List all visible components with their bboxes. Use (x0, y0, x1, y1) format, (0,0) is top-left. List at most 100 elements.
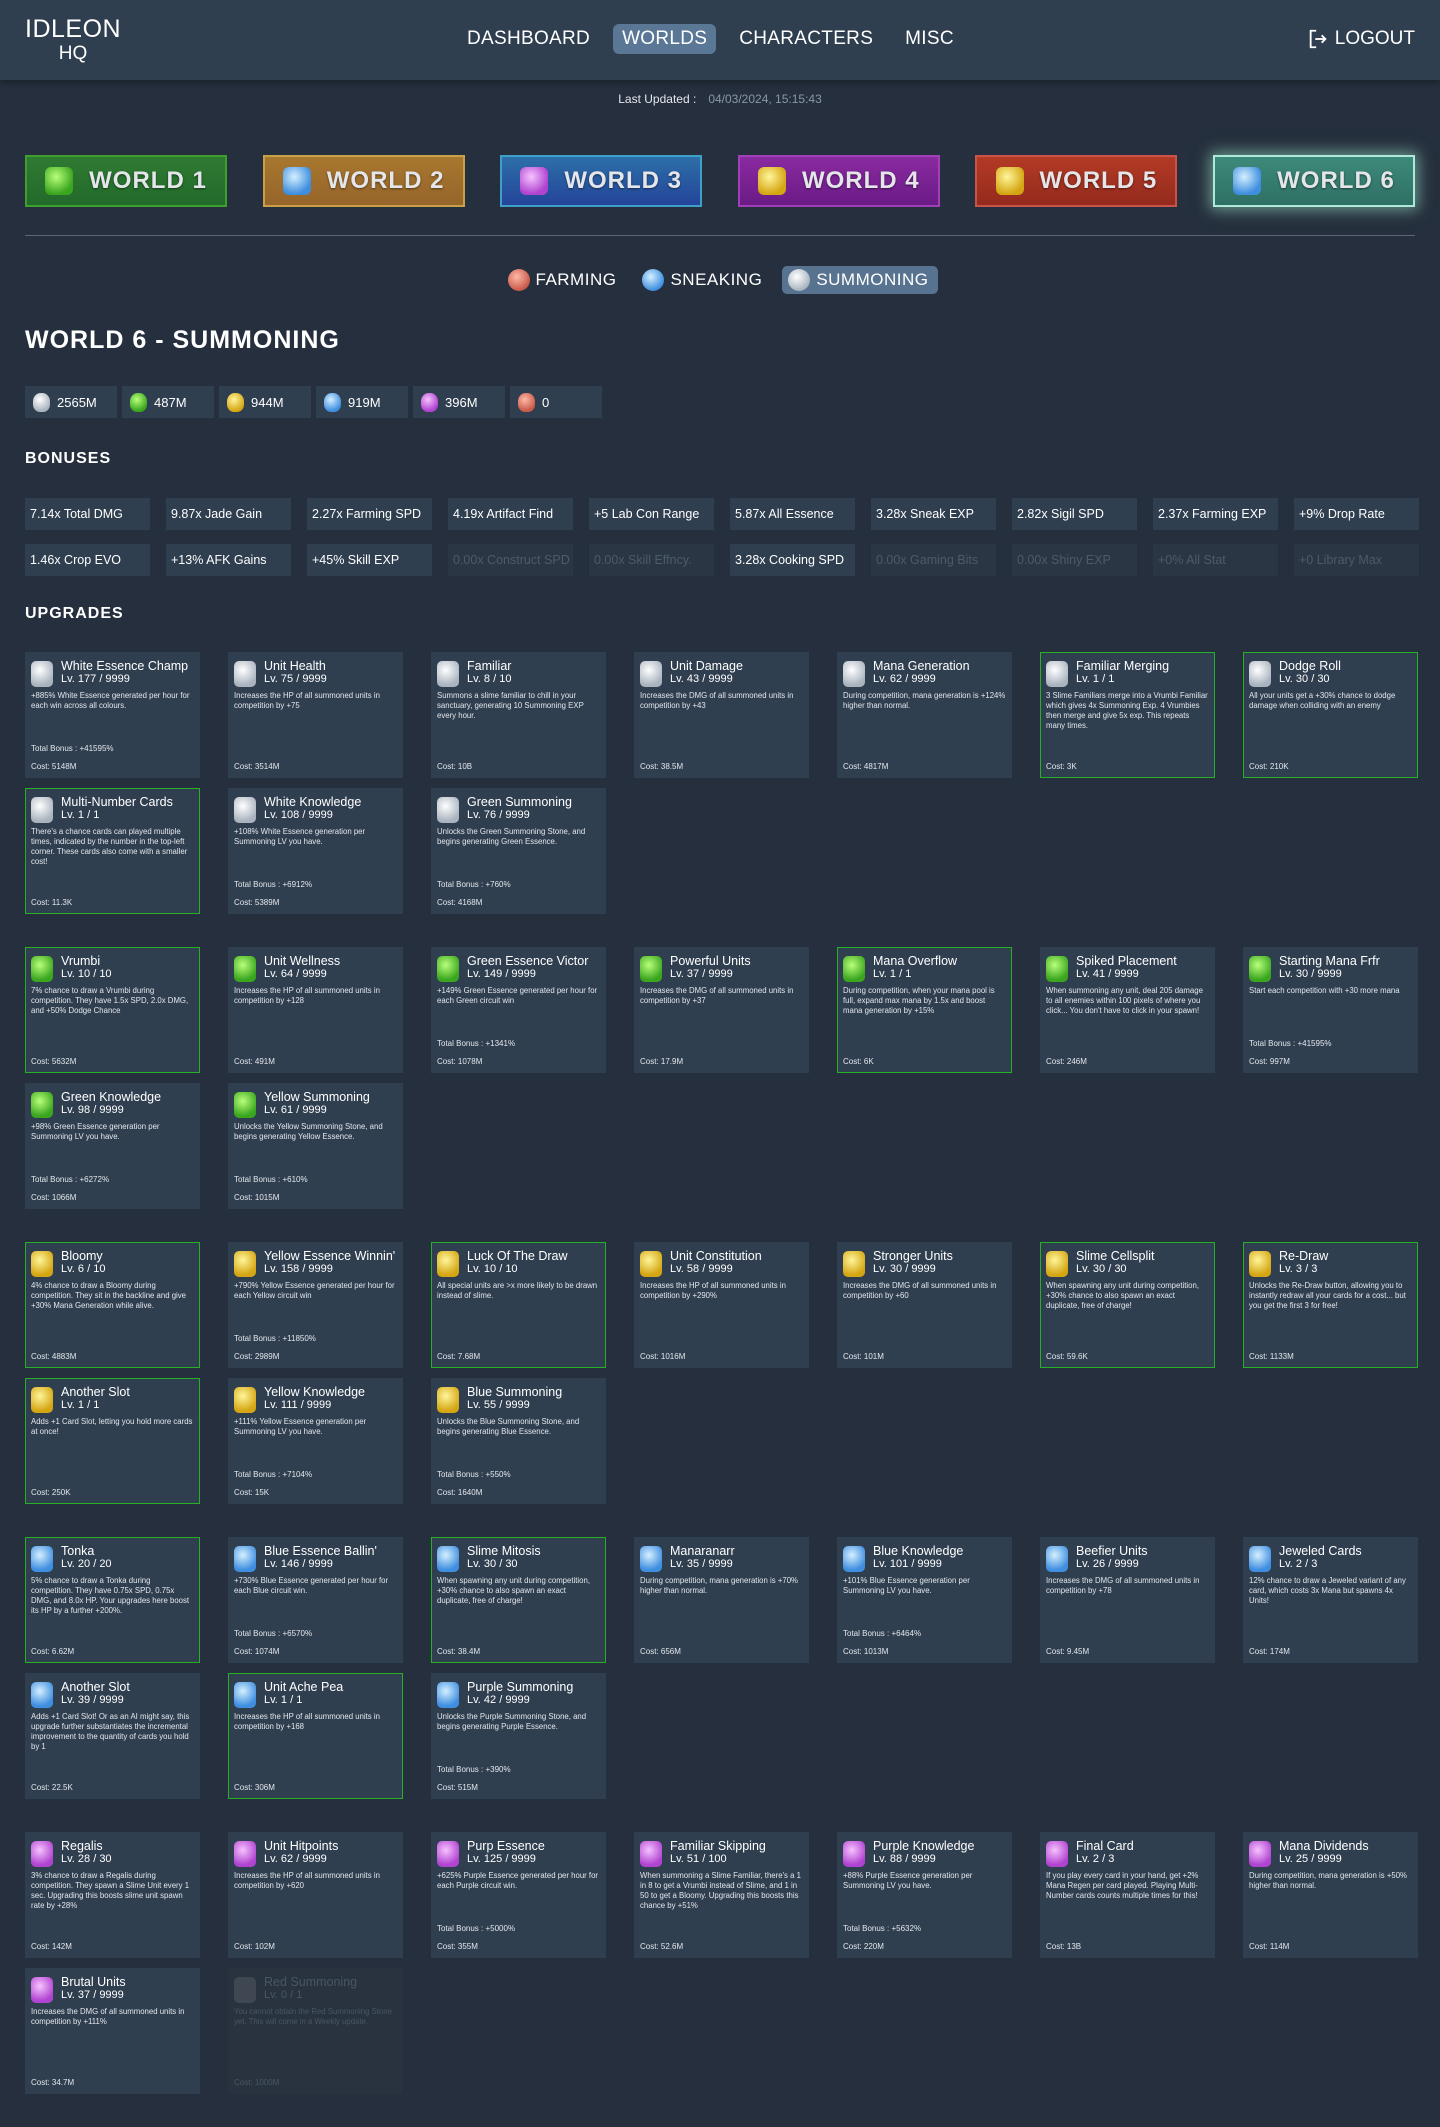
upgrade-card[interactable]: Yellow Essence Winnin' Lv. 158 / 9999 +790… (228, 1242, 403, 1368)
upgrade-card[interactable]: Jeweled Cards Lv. 2 / 3 12% chance to draw… (1243, 1537, 1418, 1663)
tab-world-2[interactable]: WORLD 2 (262, 155, 465, 207)
nav-worlds[interactable]: WORLDS (613, 24, 717, 54)
upgrade-card[interactable]: Unit Damage Lv. 43 / 9999 Increases the DM… (634, 652, 809, 778)
upgrade-cost: Cost: 515M (437, 1783, 478, 1792)
upgrade-card[interactable]: White Essence Champ Lv. 177 / 9999 +885% W… (25, 652, 200, 778)
upgrade-card[interactable]: Another Slot Lv. 1 / 1 Adds +1 Card Slot, … (25, 1378, 200, 1504)
upgrade-header: Unit Constitution Lv. 58 / 9999 (640, 1249, 803, 1277)
upgrade-card[interactable]: Unit Ache Pea Lv. 1 / 1 Increases the HP o… (228, 1673, 403, 1799)
upgrade-card[interactable]: Beefier Units Lv. 26 / 9999 Increases the … (1040, 1537, 1215, 1663)
upgrade-cost: Cost: 102M (234, 1942, 275, 1951)
upgrade-card[interactable]: Stronger Units Lv. 30 / 9999 Increases the… (837, 1242, 1012, 1368)
upgrade-description: Unlocks the Re-Draw button, allowing you… (1249, 1281, 1406, 1310)
upgrade-card[interactable]: Purp Essence Lv. 125 / 9999 +625% Purple E… (431, 1832, 606, 1958)
upgrade-description: 3% chance to draw a Regalis during compe… (31, 1871, 190, 1910)
tab-world-6[interactable]: WORLD 6 (1212, 155, 1415, 207)
upgrade-title-block: Purp Essence Lv. 125 / 9999 (467, 1839, 545, 1866)
upgrade-card[interactable]: Blue Knowledge Lv. 101 / 9999 +101% Blue E… (837, 1537, 1012, 1663)
upgrade-card[interactable]: Vrumbi Lv. 10 / 10 7% chance to draw a Vru… (25, 947, 200, 1073)
upgrade-description: 5% chance to draw a Tonka during competi… (31, 1576, 190, 1615)
upgrade-card[interactable]: Green Knowledge Lv. 98 / 9999 +98% Green E… (25, 1083, 200, 1209)
upgrade-cost: Cost: 656M (640, 1647, 681, 1656)
upgrade-card[interactable]: Brutal Units Lv. 37 / 9999 Increases the D… (25, 1968, 200, 2094)
upgrade-total-bonus: Total Bonus : +1341% (437, 1039, 516, 1048)
upgrade-card[interactable]: Bloomy Lv. 6 / 10 4% chance to draw a Bloo… (25, 1242, 200, 1368)
upgrade-card[interactable]: Purple Knowledge Lv. 88 / 9999 +88% Purple… (837, 1832, 1012, 1958)
upgrade-card[interactable]: Spiked Placement Lv. 41 / 9999 When summon… (1040, 947, 1215, 1073)
upgrade-title-block: Slime Cellsplit Lv. 30 / 30 (1076, 1249, 1155, 1276)
upgrade-header: Purple Knowledge Lv. 88 / 9999 (843, 1839, 1006, 1867)
last-updated-value: 04/03/2024, 15:15:43 (708, 92, 822, 106)
logo[interactable]: IDLEON HQ (25, 17, 121, 64)
upgrade-icon (31, 1387, 53, 1413)
upgrade-card[interactable]: Another Slot Lv. 39 / 9999 Adds +1 Card Sl… (25, 1673, 200, 1799)
upgrade-card[interactable]: Yellow Knowledge Lv. 111 / 9999 +111% Yell… (228, 1378, 403, 1504)
tab-summoning[interactable]: SUMMONING (782, 266, 939, 294)
upgrade-card[interactable]: Mana Generation Lv. 62 / 9999 During compe… (837, 652, 1012, 778)
tab-world-5[interactable]: WORLD 5 (975, 155, 1178, 207)
upgrade-description: When summoning a Slime Familiar, there's… (640, 1871, 801, 1910)
nav-dashboard[interactable]: DASHBOARD (458, 24, 599, 54)
upgrade-card[interactable]: Regalis Lv. 28 / 30 3% chance to draw a Re… (25, 1832, 200, 1958)
upgrade-card[interactable]: Familiar Merging Lv. 1 / 1 3 Slime Familia… (1040, 652, 1215, 778)
upgrade-card[interactable]: Familiar Skipping Lv. 51 / 100 When summon… (634, 1832, 809, 1958)
upgrade-total-bonus: Total Bonus : +41595% (31, 744, 114, 753)
upgrade-card[interactable]: Unit Health Lv. 75 / 9999 Increases the HP… (228, 652, 403, 778)
upgrade-header: White Essence Champ Lv. 177 / 9999 (31, 659, 194, 687)
upgrade-card[interactable]: Mana Overflow Lv. 1 / 1 During competition… (837, 947, 1012, 1073)
bonus-item: 2.27x Farming SPD (307, 498, 432, 530)
upgrade-card[interactable]: Blue Summoning Lv. 55 / 9999 Unlocks the B… (431, 1378, 606, 1504)
upgrade-card[interactable]: Tonka Lv. 20 / 20 5% chance to draw a Tonk… (25, 1537, 200, 1663)
upgrade-card[interactable]: Starting Mana Frfr Lv. 30 / 9999 Start eac… (1243, 947, 1418, 1073)
upgrade-title-block: Starting Mana Frfr Lv. 30 / 9999 (1279, 954, 1380, 981)
upgrade-total-bonus: Total Bonus : +610% (234, 1175, 308, 1184)
upgrade-description: +88% Purple Essence generation per Summo… (843, 1871, 973, 1890)
tab-sneaking[interactable]: SNEAKING (636, 266, 772, 294)
nav-characters[interactable]: CHARACTERS (730, 24, 882, 54)
upgrade-card[interactable]: Final Card Lv. 2 / 3 If you play every car… (1040, 1832, 1215, 1958)
upgrade-card[interactable]: Red Summoning Lv. 0 / 1 You cannot obtain … (228, 1968, 403, 2094)
upgrade-title-block: Beefier Units Lv. 26 / 9999 (1076, 1544, 1148, 1571)
upgrade-card[interactable]: White Knowledge Lv. 108 / 9999 +108% White… (228, 788, 403, 914)
upgrade-name: Vrumbi (61, 954, 101, 968)
skill-tabs: FARMING SNEAKING SUMMONING (0, 266, 1440, 294)
essence-purple: 396M (413, 386, 505, 418)
upgrade-card[interactable]: Powerful Units Lv. 37 / 9999 Increases the… (634, 947, 809, 1073)
upgrade-card[interactable]: Unit Constitution Lv. 58 / 9999 Increases … (634, 1242, 809, 1368)
upgrade-card[interactable]: Blue Essence Ballin' Lv. 146 / 9999 +730% … (228, 1537, 403, 1663)
upgrade-level: Lv. 43 / 9999 (670, 673, 733, 685)
upgrade-card[interactable]: Mana Dividends Lv. 25 / 9999 During compet… (1243, 1832, 1418, 1958)
upgrade-card[interactable]: Green Essence Victor Lv. 149 / 9999 +149% … (431, 947, 606, 1073)
upgrade-header: Red Summoning Lv. 0 / 1 (234, 1975, 397, 2003)
upgrade-description: Adds +1 Card Slot! Or as an AI might say… (31, 1712, 190, 1751)
upgrade-card[interactable]: Yellow Summoning Lv. 61 / 9999 Unlocks the… (228, 1083, 403, 1209)
upgrade-card[interactable]: Dodge Roll Lv. 30 / 30 All your units get … (1243, 652, 1418, 778)
upgrade-card[interactable]: Unit Wellness Lv. 64 / 9999 Increases the … (228, 947, 403, 1073)
tab-farming[interactable]: FARMING (502, 266, 627, 294)
upgrade-title-block: Stronger Units Lv. 30 / 9999 (873, 1249, 953, 1276)
upgrade-group-purple: Regalis Lv. 28 / 30 3% chance to draw a Re… (25, 1832, 1420, 2094)
upgrade-cost: Cost: 3514M (234, 762, 280, 771)
upgrade-icon (437, 1251, 459, 1277)
upgrade-card[interactable]: Luck Of The Draw Lv. 10 / 10 All special u… (431, 1242, 606, 1368)
upgrade-card[interactable]: Manaranarr Lv. 35 / 9999 During competitio… (634, 1537, 809, 1663)
logout-button[interactable]: LOGOUT (1307, 28, 1415, 50)
tab-world-4[interactable]: WORLD 4 (737, 155, 940, 207)
upgrade-header: Yellow Essence Winnin' Lv. 158 / 9999 (234, 1249, 397, 1277)
upgrade-card[interactable]: Multi-Number Cards Lv. 1 / 1 There's a cha… (25, 788, 200, 914)
upgrade-header: Unit Wellness Lv. 64 / 9999 (234, 954, 397, 982)
upgrade-card[interactable]: Slime Mitosis Lv. 30 / 30 When spawning an… (431, 1537, 606, 1663)
upgrade-level: Lv. 10 / 10 (61, 968, 112, 980)
tab-world-3[interactable]: WORLD 3 (500, 155, 703, 207)
tab-world-1[interactable]: WORLD 1 (25, 155, 227, 207)
upgrade-card[interactable]: Re-Draw Lv. 3 / 3 Unlocks the Re-Draw butt… (1243, 1242, 1418, 1368)
upgrade-card[interactable]: Familiar Lv. 8 / 10 Summons a slime famili… (431, 652, 606, 778)
upgrade-name: Purple Summoning (467, 1680, 574, 1694)
upgrade-card[interactable]: Green Summoning Lv. 76 / 9999 Unlocks the … (431, 788, 606, 914)
upgrade-card[interactable]: Unit Hitpoints Lv. 62 / 9999 Increases the… (228, 1832, 403, 1958)
upgrade-card[interactable]: Purple Summoning Lv. 42 / 9999 Unlocks the… (431, 1673, 606, 1799)
nav-misc[interactable]: MISC (896, 24, 963, 54)
upgrade-cost: Cost: 101M (843, 1352, 884, 1361)
upgrade-card[interactable]: Slime Cellsplit Lv. 30 / 30 When spawning … (1040, 1242, 1215, 1368)
upgrade-title-block: Familiar Lv. 8 / 10 (467, 659, 511, 686)
